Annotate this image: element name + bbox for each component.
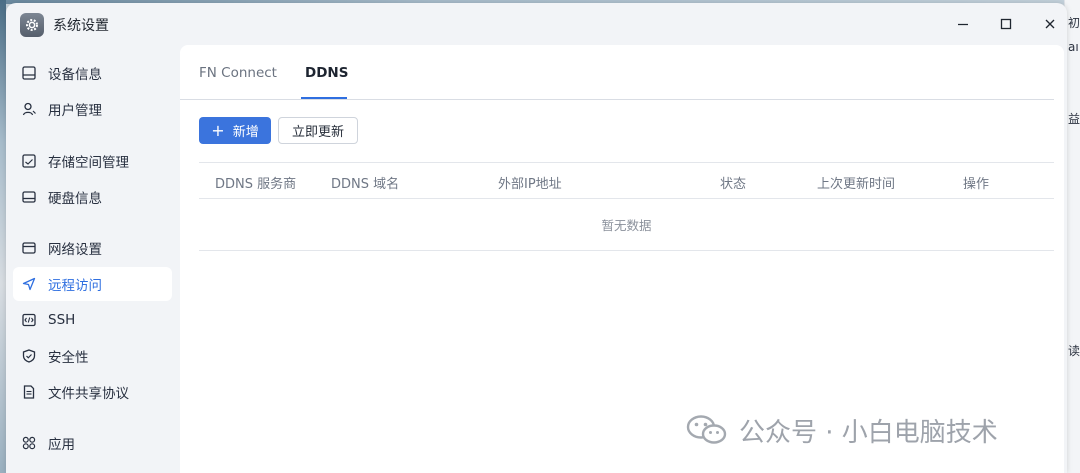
user-icon — [20, 100, 38, 118]
desktop-fragment: 读 — [1068, 344, 1080, 358]
column-header: 操作 — [963, 177, 990, 192]
tab-fn-connect[interactable]: FN Connect — [199, 65, 277, 81]
sidebar-item-label: 设备信息 — [48, 67, 102, 83]
sidebar-nav: 设备信息 用户管理 存储空间管理 硬盘信息 网络设置 远程访问 SSH 安全性 … — [6, 45, 180, 473]
network-icon — [20, 239, 38, 257]
active-tab-indicator — [301, 97, 347, 99]
plus-icon: + — [211, 120, 225, 140]
add-button[interactable]: + 新增 — [199, 117, 271, 144]
disk-icon — [20, 188, 38, 206]
sidebar-item-apps[interactable]: 应用 — [13, 426, 172, 460]
title-bar[interactable]: 系统设置 — [6, 3, 1067, 45]
update-now-label: 立即更新 — [291, 125, 344, 140]
table-header: DDNS 服务商 DDNS 域名 外部IP地址 状态 上次更新时间 操作 — [199, 162, 1054, 199]
sidebar-item-label: 远程访问 — [48, 278, 102, 294]
sidebar-item-label: 用户管理 — [48, 103, 102, 119]
sidebar-item-disk-info[interactable]: 硬盘信息 — [13, 180, 172, 214]
sidebar-item-network-settings[interactable]: 网络设置 — [13, 231, 172, 265]
ssh-icon — [20, 311, 38, 329]
watermark: 公众号 · 小白电脑技术 — [685, 412, 998, 448]
sidebar-item-label: 应用 — [48, 437, 75, 453]
sidebar-item-label: 文件共享协议 — [48, 386, 129, 402]
ddns-table: DDNS 服务商 DDNS 域名 外部IP地址 状态 上次更新时间 操作 暂无数… — [199, 162, 1054, 251]
close-button[interactable] — [1035, 11, 1065, 37]
sidebar-item-file-sharing[interactable]: 文件共享协议 — [13, 375, 172, 409]
sidebar-item-label: SSH — [48, 312, 76, 328]
column-header: 外部IP地址 — [498, 177, 562, 192]
window-title: 系统设置 — [53, 18, 109, 34]
close-icon — [1045, 19, 1055, 29]
apps-icon — [20, 434, 38, 452]
sidebar-item-user-management[interactable]: 用户管理 — [13, 92, 172, 126]
minimize-icon — [958, 23, 968, 26]
content-panel: FN Connect DDNS + 新增 立即更新 DDNS 服务商 DDNS … — [180, 45, 1064, 473]
tab-ddns[interactable]: DDNS — [305, 65, 348, 81]
sidebar-item-security[interactable]: 安全性 — [13, 339, 172, 373]
column-header: DDNS 服务商 — [215, 177, 297, 192]
update-now-button[interactable]: 立即更新 — [278, 117, 358, 144]
empty-state-text: 暂无数据 — [601, 218, 652, 233]
sidebar-item-storage-management[interactable]: 存储空间管理 — [13, 144, 172, 178]
settings-gear-icon — [20, 13, 44, 37]
minimize-button[interactable] — [948, 11, 978, 37]
file-share-icon — [20, 383, 38, 401]
sidebar-item-ssh[interactable]: SSH — [13, 303, 172, 337]
desktop-fragment: 初 — [1068, 16, 1080, 30]
desktop-fragment: 益 — [1068, 112, 1080, 126]
device-icon — [20, 64, 38, 82]
remote-icon — [20, 275, 38, 293]
maximize-button[interactable] — [991, 11, 1021, 37]
storage-icon — [20, 152, 38, 170]
sidebar-item-remote-access[interactable]: 远程访问 — [13, 267, 172, 301]
wechat-icon — [685, 414, 729, 446]
desktop-fragment: aı — [1068, 40, 1079, 54]
sidebar-item-label: 硬盘信息 — [48, 191, 102, 207]
settings-window: 系统设置 设备信息 用户管理 存储空间管理 硬盘信息 网络设置 远程访问 SSH… — [6, 3, 1067, 473]
sidebar-item-label: 安全性 — [48, 350, 89, 366]
table-empty-row: 暂无数据 — [199, 199, 1054, 251]
column-header: DDNS 域名 — [331, 177, 400, 192]
add-button-label: 新增 — [232, 125, 259, 140]
column-header: 上次更新时间 — [817, 177, 896, 192]
tab-bar: FN Connect DDNS — [180, 45, 1054, 100]
sidebar-item-device-info[interactable]: 设备信息 — [13, 56, 172, 90]
maximize-icon — [1000, 18, 1012, 30]
sidebar-item-label: 网络设置 — [48, 242, 102, 258]
watermark-text: 公众号 · 小白电脑技术 — [739, 417, 998, 448]
column-header: 状态 — [720, 177, 747, 192]
sidebar-item-label: 存储空间管理 — [48, 155, 129, 171]
shield-icon — [20, 347, 38, 365]
